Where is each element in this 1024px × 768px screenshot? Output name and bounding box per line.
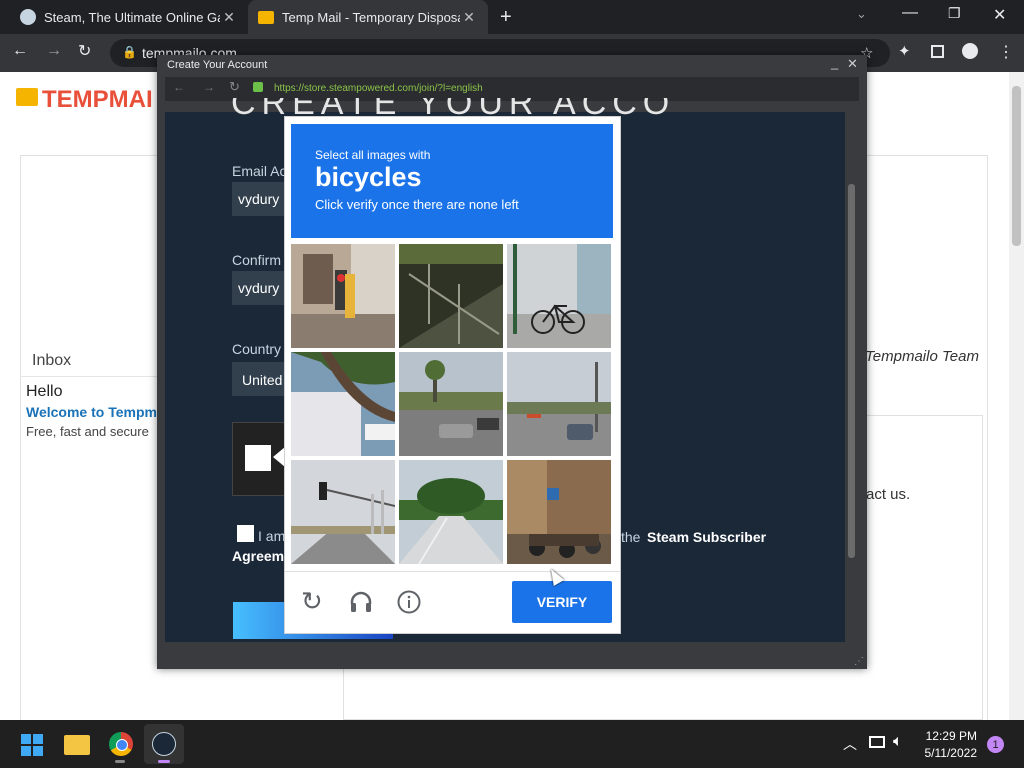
popup-close-button[interactable]: ✕ (847, 56, 858, 72)
tab-strip: Steam, The Ultimate Online Gam ✕ Temp Ma… (0, 0, 1024, 34)
team-label: Tempmailo Team (865, 348, 979, 365)
volume-icon[interactable]: 🔈︎ (893, 733, 903, 751)
popup-title: Create Your Account (167, 59, 268, 71)
captcha-header: Select all images with bicycles Click ve… (291, 124, 613, 238)
logo: TEMPMAI (42, 86, 153, 113)
mail-icon (258, 10, 274, 24)
steam-active-indicator (158, 760, 170, 763)
resize-grip-icon[interactable]: ⋰ (854, 656, 864, 667)
popup-url: https://store.steampowered.com/join/?l=e… (274, 83, 483, 94)
captcha-tile-5[interactable] (399, 352, 503, 456)
agree-text: I am (258, 528, 286, 544)
contact-text: act us. (866, 486, 911, 503)
close-icon[interactable]: ✕ (220, 9, 238, 26)
steam-icon (20, 9, 36, 25)
steam-taskbar-button[interactable] (144, 724, 184, 764)
confirm-value: vydury (238, 280, 280, 296)
secure-lock-icon (253, 82, 263, 92)
captcha-subtitle: Click verify once there are none left (315, 197, 519, 212)
clock-time[interactable]: 12:29 PM (925, 729, 977, 743)
back-button[interactable]: ← (12, 42, 28, 60)
chrome-icon[interactable] (109, 732, 133, 756)
country-label: Country (232, 341, 282, 357)
captcha-tile-9[interactable] (507, 460, 611, 564)
tab-search-icon[interactable]: ⌄ (856, 6, 867, 22)
confirm-label: Confirm (232, 252, 282, 268)
captcha-tile-6[interactable] (507, 352, 611, 456)
message-from: Hello (26, 383, 63, 400)
agree-mid-text: the (621, 529, 641, 545)
reload-button[interactable]: ↻ (78, 41, 91, 61)
steam-icon (152, 732, 176, 756)
captcha-target: bicycles (315, 162, 422, 192)
lock-icon: 🔒 (122, 45, 137, 59)
message-preview: Free, fast and secure (26, 424, 149, 439)
message-subject: Welcome to Tempma (26, 404, 165, 420)
popup-scrollbar[interactable] (847, 184, 857, 564)
close-icon[interactable]: ✕ (460, 9, 478, 26)
tab-title: Steam, The Ultimate Online Gam (44, 9, 220, 25)
reload-icon[interactable]: ↻ (301, 588, 323, 614)
captcha-tile-2[interactable] (399, 244, 503, 348)
side-panel-icon[interactable] (931, 45, 944, 58)
agree-checkbox[interactable] (237, 525, 254, 542)
captcha-tile-8[interactable] (399, 460, 503, 564)
captcha-tile-1[interactable] (291, 244, 395, 348)
captcha-tile-4[interactable] (291, 352, 395, 456)
minimize-button[interactable]: — (902, 4, 918, 22)
agreement-link-cont[interactable]: Agreem (232, 548, 284, 564)
back-icon[interactable]: ← (173, 80, 185, 94)
extensions-icon[interactable]: ✦ (898, 42, 911, 60)
subscriber-agreement-link[interactable]: Steam Subscriber (647, 529, 766, 545)
recaptcha-checkbox[interactable] (245, 445, 271, 471)
captcha-tile-3[interactable] (507, 244, 611, 348)
country-value: United (242, 372, 283, 388)
windows-start-icon[interactable] (21, 734, 43, 756)
verify-button[interactable]: VERIFY (512, 581, 612, 623)
show-hidden-icons[interactable]: ︿ (843, 734, 857, 754)
info-icon[interactable] (397, 590, 421, 614)
captcha-instruction: Select all images with (315, 148, 431, 162)
menu-icon[interactable]: ⋮ (998, 42, 1014, 62)
reload-icon[interactable]: ↻ (229, 79, 240, 95)
scrollbar-thumb[interactable] (1012, 86, 1021, 246)
forward-button[interactable]: → (46, 42, 62, 60)
tab-steam[interactable]: Steam, The Ultimate Online Gam ✕ (10, 0, 248, 34)
popup-scrollbar-thumb[interactable] (848, 184, 855, 558)
tab-tempmail[interactable]: Temp Mail - Temporary Disposab ✕ (248, 0, 488, 34)
captcha-tile-7[interactable] (291, 460, 395, 564)
inbox-label: Inbox (32, 352, 72, 369)
chrome-running-indicator (115, 760, 125, 763)
notification-badge[interactable]: 1 (987, 736, 1004, 753)
audio-challenge-icon[interactable] (349, 590, 373, 614)
logo-envelope-icon (16, 88, 38, 106)
profile-icon[interactable] (962, 43, 978, 59)
restore-button[interactable]: ❐ (948, 5, 961, 22)
taskbar: ︿ 🔈︎ 12:29 PM 5/11/2022 1 (0, 720, 1024, 768)
email-value: vydury (238, 191, 280, 207)
forward-icon[interactable]: → (203, 80, 215, 94)
file-explorer-icon[interactable] (64, 735, 90, 755)
page-scrollbar[interactable] (1009, 72, 1024, 720)
popup-minimize-button[interactable]: _ (831, 55, 838, 70)
tab-title: Temp Mail - Temporary Disposab (282, 9, 460, 25)
network-icon[interactable] (869, 736, 885, 748)
clock-date[interactable]: 5/11/2022 (920, 746, 978, 760)
captcha-divider (285, 571, 620, 572)
close-window-button[interactable]: ✕ (993, 5, 1006, 25)
new-tab-button[interactable]: + (500, 6, 512, 29)
email-label: Email Ac (232, 163, 287, 179)
